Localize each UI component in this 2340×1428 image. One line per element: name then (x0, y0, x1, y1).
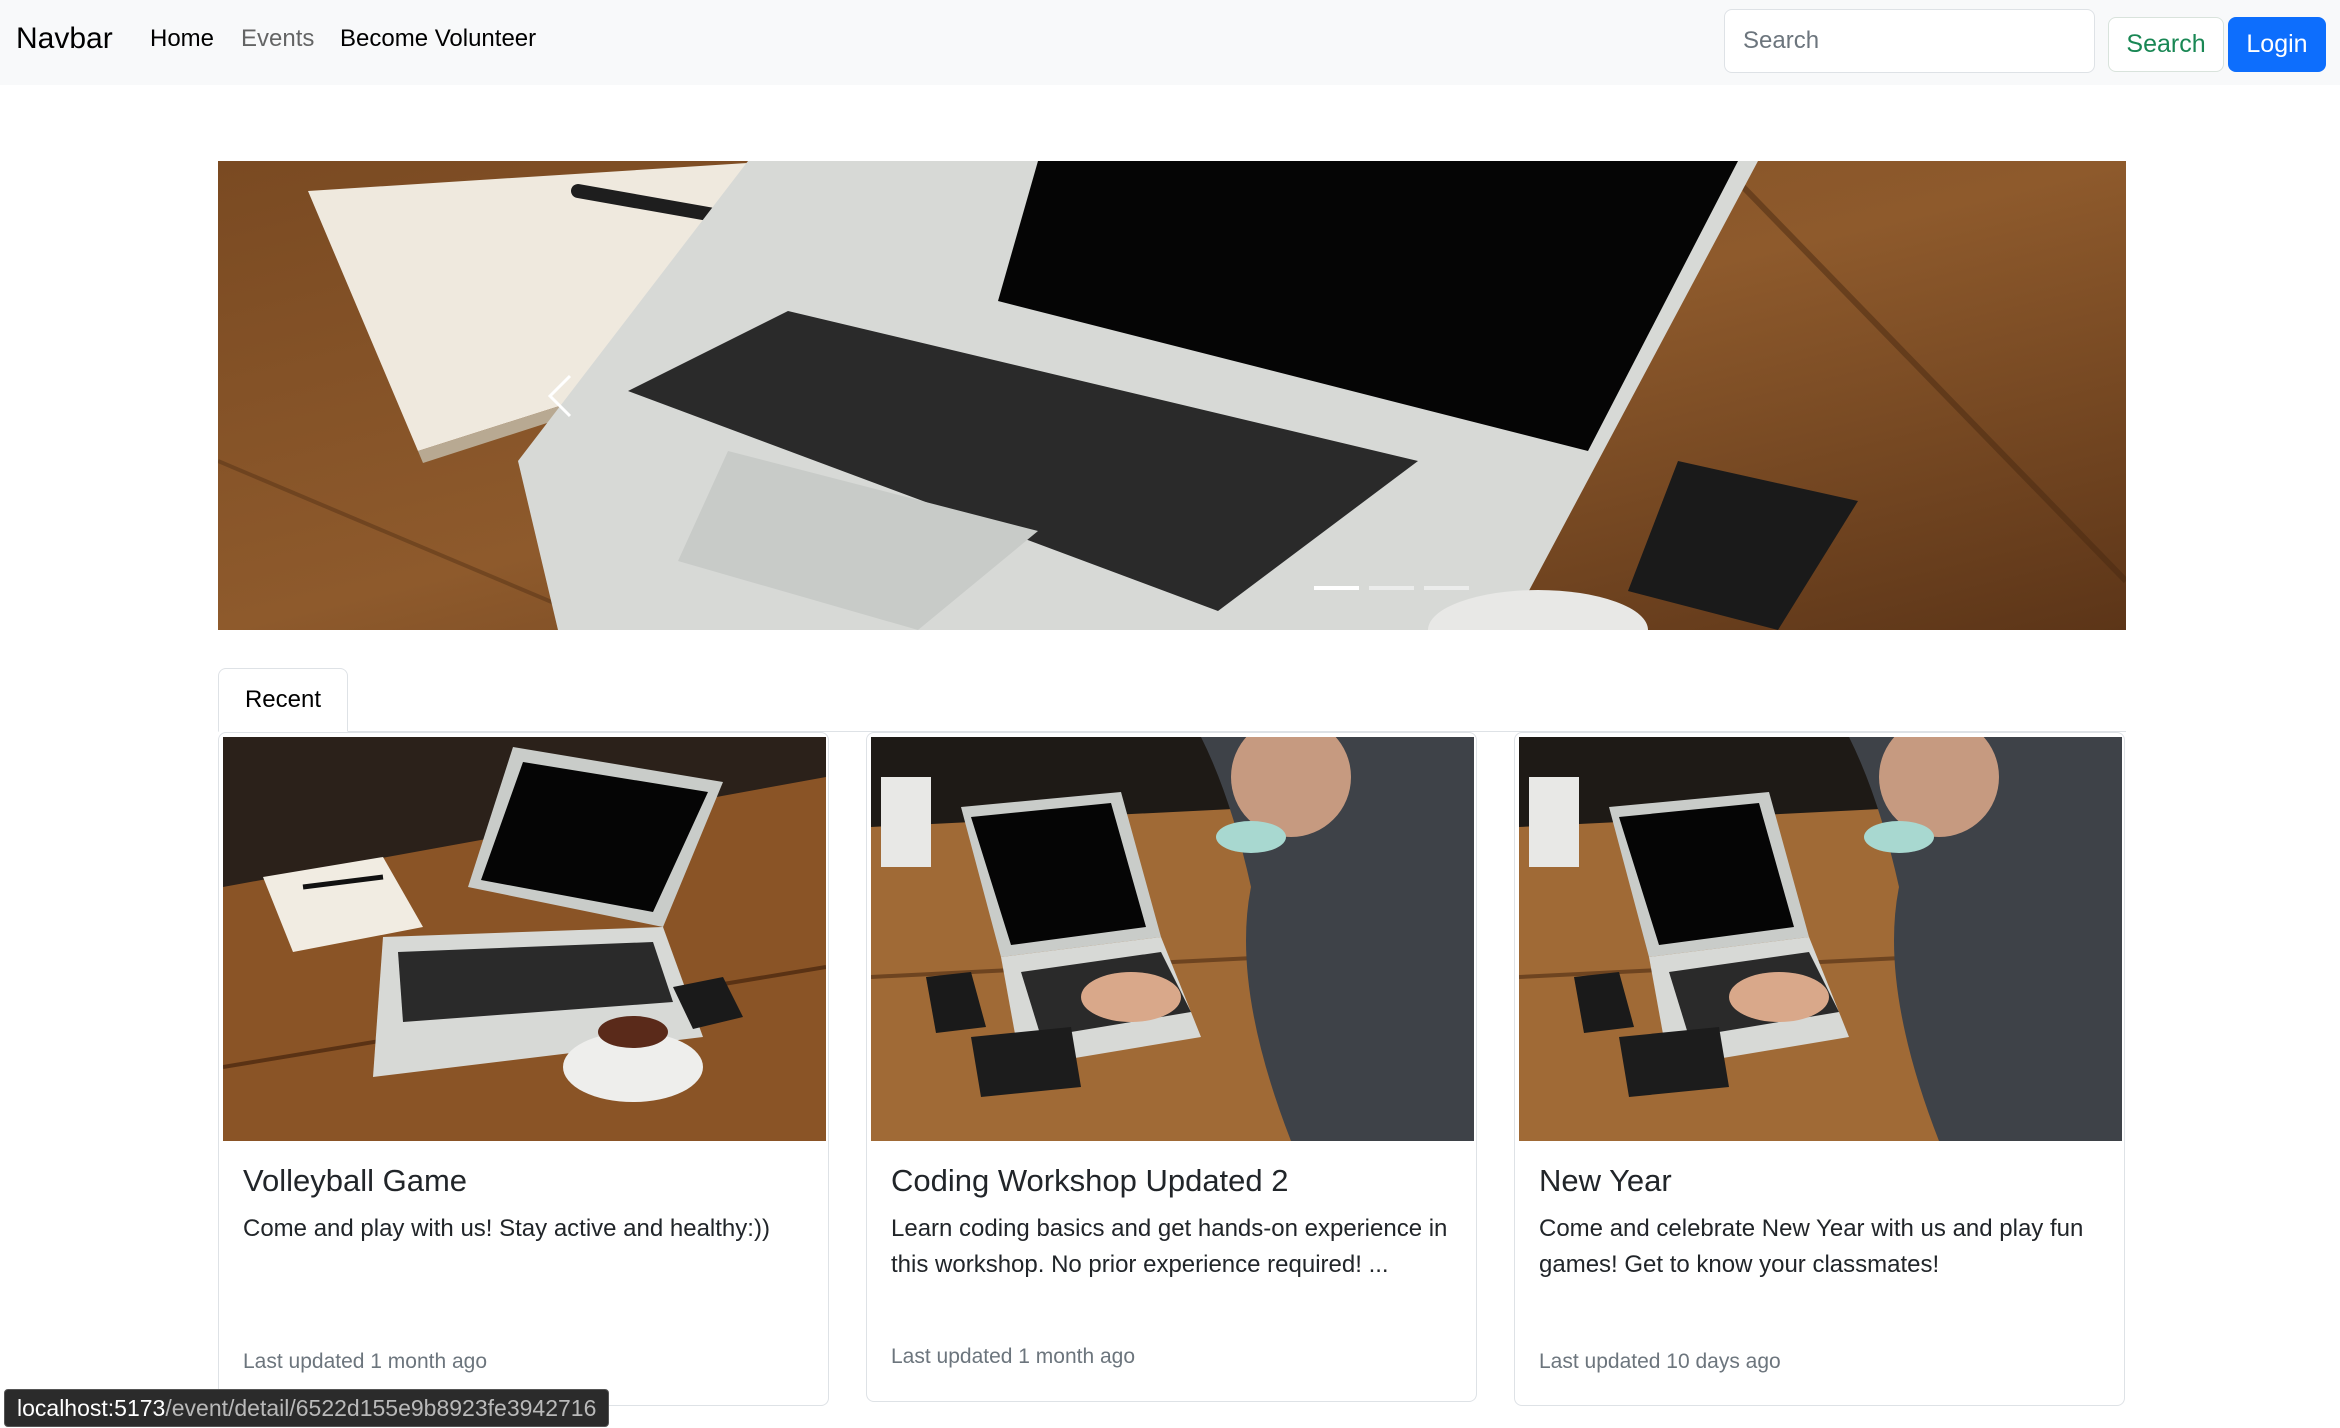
event-card-image (871, 737, 1474, 1141)
login-button[interactable]: Login (2228, 17, 2326, 72)
search-input[interactable] (1724, 9, 2095, 73)
carousel-indicator-1[interactable] (1314, 586, 1359, 590)
event-card-description: Come and play with us! Stay active and h… (243, 1215, 770, 1242)
navbar: Navbar Home Events Become Volunteer Sear… (0, 0, 2340, 85)
event-card-title: New Year (1539, 1163, 1672, 1198)
statusbar-host: localhost:5173 (17, 1395, 166, 1421)
event-card-updated: Last updated 1 month ago (243, 1350, 488, 1373)
carousel-prev-button[interactable] (530, 356, 590, 436)
event-tabs: Recent (218, 668, 2126, 732)
event-card-updated: Last updated 1 month ago (891, 1345, 1136, 1368)
nav-link-events[interactable]: Events (241, 25, 314, 53)
event-card-description: Come and celebrate New Year with us and … (1539, 1215, 2084, 1278)
event-card[interactable]: Volleyball Game Come and play with us! S… (218, 732, 829, 1406)
event-card-title: Coding Workshop Updated 2 (891, 1163, 1289, 1198)
chevron-left-icon (547, 374, 572, 418)
event-card-title: Volleyball Game (243, 1163, 468, 1198)
carousel-slide-image (218, 161, 2126, 630)
event-card-description: Learn coding basics and get hands-on exp… (891, 1215, 1448, 1278)
event-card-image (1519, 737, 2122, 1141)
statusbar-path: /event/detail/6522d155e9b8923fe3942716 (165, 1395, 597, 1421)
tab-recent[interactable]: Recent (218, 668, 348, 732)
carousel-indicators (1314, 586, 1469, 590)
navbar-brand[interactable]: Navbar (16, 22, 113, 56)
search-button[interactable]: Search (2108, 17, 2224, 72)
nav-link-home[interactable]: Home (150, 25, 214, 53)
link-preview-statusbar: localhost:5173/event/detail/6522d155e9b8… (4, 1389, 610, 1427)
event-card-image (223, 737, 826, 1141)
hero-carousel (218, 161, 2126, 630)
event-card[interactable]: Coding Workshop Updated 2 Learn coding b… (866, 732, 1477, 1402)
event-card[interactable]: New Year Come and celebrate New Year wit… (1514, 732, 2125, 1406)
event-card-updated: Last updated 10 days ago (1539, 1350, 1781, 1373)
nav-link-become-volunteer[interactable]: Become Volunteer (340, 25, 536, 53)
carousel-indicator-2[interactable] (1369, 586, 1414, 590)
carousel-indicator-3[interactable] (1424, 586, 1469, 590)
